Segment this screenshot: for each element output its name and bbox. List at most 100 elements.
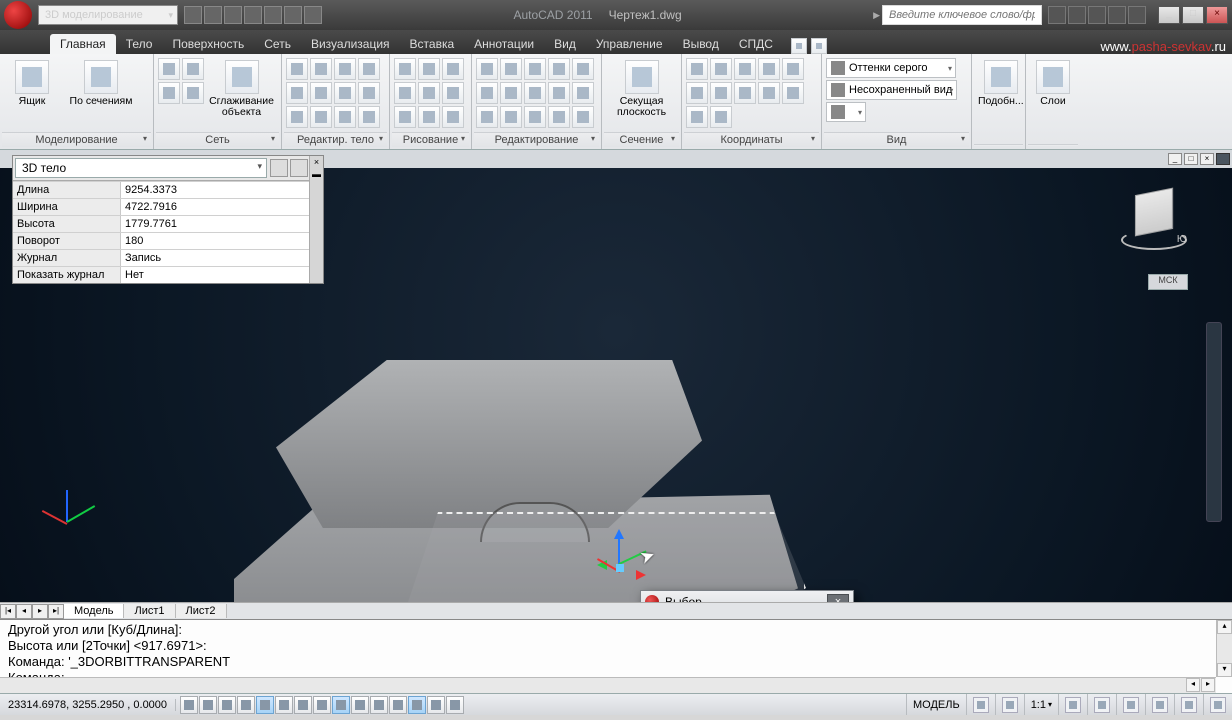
- ucs-tool-icon[interactable]: [710, 58, 732, 80]
- section-plane-button[interactable]: Секущая плоскость: [606, 58, 677, 120]
- tab-visualize[interactable]: Визуализация: [301, 34, 400, 54]
- mod-tool-icon[interactable]: [524, 58, 546, 80]
- qat-more-icon[interactable]: [304, 6, 322, 24]
- anno-vis-icon[interactable]: [1065, 697, 1081, 713]
- otrack-toggle[interactable]: [294, 696, 312, 714]
- qat-new-icon[interactable]: [184, 6, 202, 24]
- panel-view[interactable]: Вид▾: [824, 132, 969, 147]
- palette-close-icon[interactable]: ×: [310, 156, 323, 168]
- draw-tool-icon[interactable]: [394, 58, 416, 80]
- extra2-toggle[interactable]: [446, 696, 464, 714]
- polar-toggle[interactable]: [237, 696, 255, 714]
- layout-nav-prev[interactable]: ◂: [16, 604, 32, 619]
- layout-tab-model[interactable]: Модель: [64, 604, 124, 618]
- help-search-input[interactable]: [882, 5, 1042, 25]
- tab-mesh[interactable]: Сеть: [254, 34, 301, 54]
- mod-tool-icon[interactable]: [500, 58, 522, 80]
- tpy-toggle[interactable]: [370, 696, 388, 714]
- command-line[interactable]: Другой угол или [Куб/Длина]: Высота или …: [0, 619, 1232, 693]
- lwt-toggle[interactable]: [351, 696, 369, 714]
- mesh-tool-icon[interactable]: [182, 58, 204, 80]
- dwg-min-icon[interactable]: _: [1168, 153, 1182, 165]
- mod-tool-icon[interactable]: [572, 82, 594, 104]
- grid-toggle[interactable]: [199, 696, 217, 714]
- ucs-tool-icon[interactable]: [758, 82, 780, 104]
- navigation-bar[interactable]: [1206, 322, 1222, 522]
- mod-tool-icon[interactable]: [572, 58, 594, 80]
- layout-nav-next[interactable]: ▸: [32, 604, 48, 619]
- draw-tool-icon[interactable]: [418, 106, 440, 128]
- dwg-max-icon[interactable]: □: [1184, 153, 1198, 165]
- layout-nav-first[interactable]: |◂: [0, 604, 16, 619]
- mod-tool-icon[interactable]: [524, 106, 546, 128]
- layout-icon[interactable]: [973, 697, 989, 713]
- draw-tool-icon[interactable]: [418, 82, 440, 104]
- osnap-toggle[interactable]: [256, 696, 274, 714]
- prop-quickselect-icon[interactable]: [270, 159, 288, 177]
- palette-autohide-icon[interactable]: ▬: [310, 168, 323, 180]
- tab-home[interactable]: Главная: [50, 34, 116, 54]
- workspace-selector[interactable]: 3D моделирование: [38, 5, 178, 25]
- minimize-button[interactable]: _: [1158, 6, 1180, 24]
- ucs-tool-icon[interactable]: [710, 106, 732, 128]
- panel-modify[interactable]: Редактирование▾: [474, 132, 599, 147]
- view-extra-combo[interactable]: [826, 102, 866, 122]
- qat-undo-icon[interactable]: [244, 6, 262, 24]
- qp-toggle[interactable]: [389, 696, 407, 714]
- se-tool-icon[interactable]: [334, 82, 356, 104]
- se-tool-icon[interactable]: [310, 58, 332, 80]
- smooth-button[interactable]: Сглаживание объекта: [206, 58, 277, 120]
- 3dosnap-toggle[interactable]: [275, 696, 293, 714]
- app-menu-icon[interactable]: [4, 1, 32, 29]
- mod-tool-icon[interactable]: [548, 82, 570, 104]
- exchange-icon[interactable]: [1088, 6, 1106, 24]
- layout-nav-last[interactable]: ▸|: [48, 604, 64, 619]
- se-tool-icon[interactable]: [310, 82, 332, 104]
- ducs-toggle[interactable]: [313, 696, 331, 714]
- visual-style-combo[interactable]: Оттенки серого: [826, 58, 956, 78]
- draw-tool-icon[interactable]: [418, 58, 440, 80]
- tab-manage[interactable]: Управление: [586, 34, 673, 54]
- tab-spds[interactable]: СПДС: [729, 34, 783, 54]
- signin-icon[interactable]: [1068, 6, 1086, 24]
- mod-tool-icon[interactable]: [500, 106, 522, 128]
- se-tool-icon[interactable]: [286, 58, 308, 80]
- se-tool-icon[interactable]: [358, 106, 380, 128]
- box-button[interactable]: Ящик: [4, 58, 60, 109]
- se-tool-icon[interactable]: [358, 82, 380, 104]
- se-tool-icon[interactable]: [358, 58, 380, 80]
- mod-tool-icon[interactable]: [500, 82, 522, 104]
- ucs-tool-icon[interactable]: [734, 58, 756, 80]
- se-tool-icon[interactable]: [334, 58, 356, 80]
- se-tool-icon[interactable]: [286, 106, 308, 128]
- mod-tool-icon[interactable]: [572, 106, 594, 128]
- panel-section[interactable]: Сечение▾: [604, 132, 679, 147]
- lock-ui-icon[interactable]: [1123, 697, 1139, 713]
- ucs-tool-icon[interactable]: [710, 82, 732, 104]
- ucs-tool-icon[interactable]: [686, 58, 708, 80]
- panel-coordinates[interactable]: Координаты▾: [684, 132, 819, 147]
- popup-close-button[interactable]: ×: [827, 594, 849, 603]
- qat-save-icon[interactable]: [224, 6, 242, 24]
- mod-tool-icon[interactable]: [548, 106, 570, 128]
- coordinate-display[interactable]: 23314.6978, 3255.2950 , 0.0000: [0, 699, 176, 711]
- ucs-tool-icon[interactable]: [686, 106, 708, 128]
- cmd-hscrollbar[interactable]: ◂▸: [0, 677, 1216, 693]
- se-tool-icon[interactable]: [286, 82, 308, 104]
- binoculars-icon[interactable]: [1048, 6, 1066, 24]
- prop-pickadd-icon[interactable]: [290, 159, 308, 177]
- tab-surface[interactable]: Поверхность: [162, 34, 254, 54]
- modelspace-pill[interactable]: МОДЕЛЬ: [906, 694, 966, 715]
- layers-button[interactable]: Слои: [1030, 58, 1076, 109]
- mod-tool-icon[interactable]: [476, 106, 498, 128]
- draw-tool-icon[interactable]: [442, 58, 464, 80]
- tab-output[interactable]: Вывод: [673, 34, 729, 54]
- dyn-toggle[interactable]: [332, 696, 350, 714]
- panel-solidedit[interactable]: Редактир. тело▾: [284, 132, 387, 147]
- clean-screen-icon[interactable]: [1210, 697, 1226, 713]
- panel-modeling[interactable]: Моделирование▾: [2, 132, 151, 147]
- mesh-tool-icon[interactable]: [182, 82, 204, 104]
- draw-tool-icon[interactable]: [394, 82, 416, 104]
- tab-extra-icon[interactable]: [791, 38, 807, 54]
- ortho-toggle[interactable]: [218, 696, 236, 714]
